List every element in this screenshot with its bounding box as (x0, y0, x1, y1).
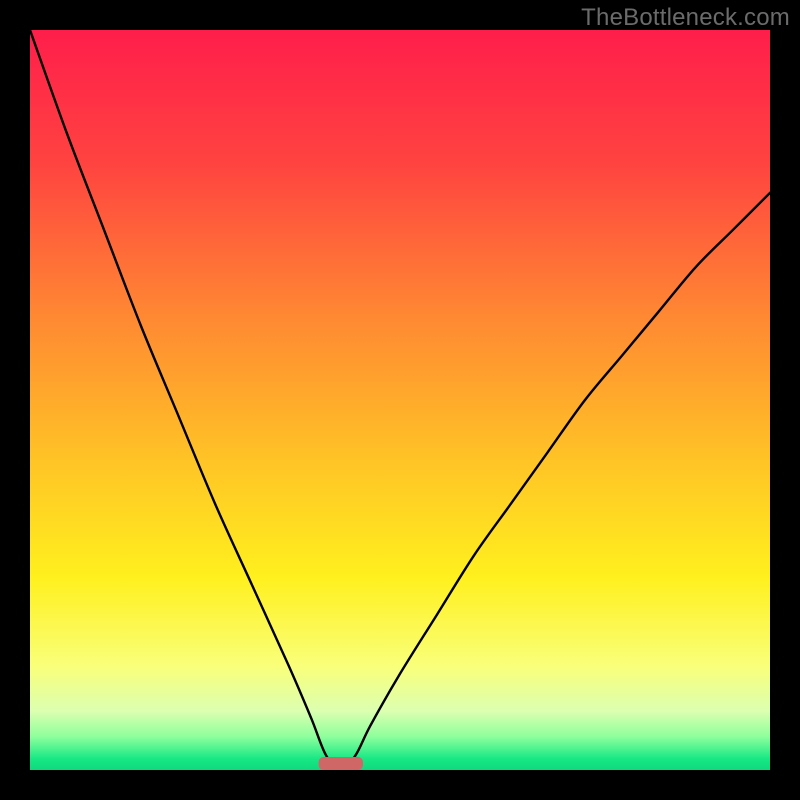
gradient-background (30, 30, 770, 770)
plot-area (30, 30, 770, 770)
bottleneck-marker (319, 757, 363, 770)
chart-container: TheBottleneck.com (0, 0, 800, 800)
bottleneck-chart (30, 30, 770, 770)
watermark-text: TheBottleneck.com (581, 4, 790, 32)
